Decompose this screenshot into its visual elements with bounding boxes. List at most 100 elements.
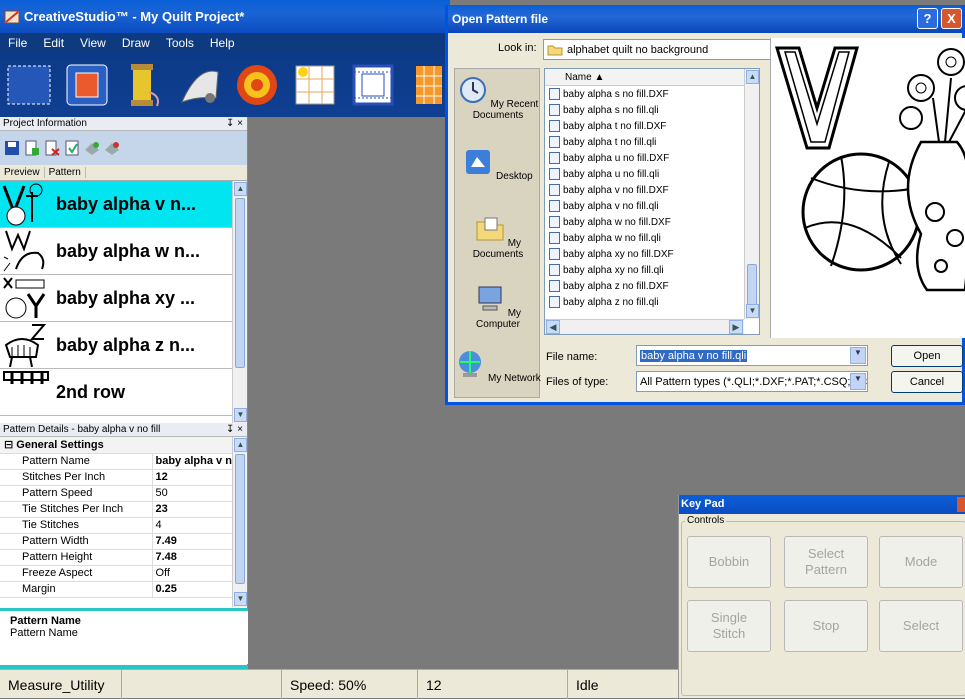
add-layer-icon[interactable] xyxy=(84,140,100,156)
select-pattern-button[interactable]: Select Pattern xyxy=(784,536,868,588)
chevron-down-icon[interactable]: ▼ xyxy=(850,347,866,364)
thread-spool-icon[interactable] xyxy=(122,60,164,110)
file-row[interactable]: baby alpha s no fill.DXF xyxy=(545,86,759,102)
mode-button[interactable]: Mode xyxy=(879,536,963,588)
pattern-row[interactable]: baby alpha w n... xyxy=(0,228,247,275)
save-icon[interactable] xyxy=(4,140,20,156)
file-row[interactable]: baby alpha s no fill.qli xyxy=(545,102,759,118)
fill-rect-icon[interactable] xyxy=(64,60,110,110)
file-row[interactable]: baby alpha w no fill.qli xyxy=(545,230,759,246)
file-row[interactable]: baby alpha xy no fill.qli xyxy=(545,262,759,278)
open-button[interactable]: Open xyxy=(891,345,963,367)
file-row[interactable]: baby alpha z no fill.qli xyxy=(545,294,759,310)
cancel-button[interactable]: Cancel xyxy=(891,371,963,393)
scroll-up-icon[interactable]: ▲ xyxy=(234,182,247,196)
file-type-select[interactable]: All Pattern types (*.QLI;*.DXF;*.PAT;*.C… xyxy=(636,371,868,392)
menu-edit[interactable]: Edit xyxy=(35,36,72,50)
bobbin-button[interactable]: Bobbin xyxy=(687,536,771,588)
select-rect-icon[interactable] xyxy=(6,60,52,110)
property-value[interactable]: 12 xyxy=(151,469,232,486)
close-button[interactable]: X xyxy=(941,8,962,29)
scroll-down-icon[interactable]: ▼ xyxy=(746,304,759,318)
pattern-list-scrollbar[interactable]: ▲ ▼ xyxy=(232,181,247,423)
panel-pin-close[interactable]: ↧ × xyxy=(226,424,243,435)
check-pattern-icon[interactable] xyxy=(64,140,80,156)
place-documents[interactable]: My Documents xyxy=(455,214,541,260)
scroll-thumb[interactable] xyxy=(235,198,245,368)
details-panel-caption: Pattern Details - baby alpha v no fill ↧… xyxy=(0,423,247,437)
pattern-row[interactable]: baby alpha v n... xyxy=(0,181,247,228)
column-name-header[interactable]: Name ▲ xyxy=(545,69,759,86)
file-row[interactable]: baby alpha v no fill.DXF xyxy=(545,182,759,198)
file-list-hscrollbar[interactable]: ◀ ▶ xyxy=(545,319,744,334)
property-value[interactable]: 0.25 xyxy=(151,581,232,598)
select-button[interactable]: Select xyxy=(879,600,963,652)
file-list-scrollbar[interactable]: ▲ ▼ xyxy=(744,69,759,319)
places-bar: My Recent Documents Desktop My Documents… xyxy=(454,68,541,398)
file-row[interactable]: baby alpha v no fill.qli xyxy=(545,198,759,214)
single-stitch-button[interactable]: Single Stitch xyxy=(687,600,771,652)
look-in-combo[interactable]: alphabet quilt no background ▼ xyxy=(543,39,795,60)
menu-file[interactable]: File xyxy=(0,36,35,50)
menu-tools[interactable]: Tools xyxy=(158,36,202,50)
panel-pin-close[interactable]: ↧ × xyxy=(226,118,243,129)
scroll-down-icon[interactable]: ▼ xyxy=(234,408,247,422)
property-value[interactable]: 50 xyxy=(151,485,232,502)
property-value[interactable]: 7.48 xyxy=(151,549,232,566)
stop-button[interactable]: Stop xyxy=(784,600,868,652)
file-row[interactable]: baby alpha z no fill.DXF xyxy=(545,278,759,294)
scroll-down-icon[interactable]: ▼ xyxy=(234,592,247,606)
menu-help[interactable]: Help xyxy=(202,36,243,50)
place-desktop[interactable]: Desktop xyxy=(455,147,541,182)
property-value[interactable]: Off xyxy=(151,565,232,582)
pattern-thumbnail xyxy=(0,369,52,415)
scroll-thumb[interactable] xyxy=(747,264,757,306)
file-icon xyxy=(549,296,560,308)
pattern-row[interactable]: 2nd row xyxy=(0,369,247,416)
property-value[interactable]: 7.49 xyxy=(151,533,232,550)
status-utility: Measure_Utility xyxy=(0,670,122,699)
dialog-title: Open Pattern file xyxy=(452,12,549,26)
property-row: Freeze Aspect Off xyxy=(0,565,232,582)
place-computer[interactable]: My Computer xyxy=(455,284,541,330)
column-preview[interactable]: Preview xyxy=(0,167,45,178)
scroll-up-icon[interactable]: ▲ xyxy=(746,70,759,84)
file-row[interactable]: baby alpha w no fill.DXF xyxy=(545,214,759,230)
grid-icon[interactable] xyxy=(292,60,338,110)
file-row[interactable]: baby alpha u no fill.DXF xyxy=(545,150,759,166)
file-row[interactable]: baby alpha u no fill.qli xyxy=(545,166,759,182)
property-grid-scrollbar[interactable]: ▲ ▼ xyxy=(232,437,247,607)
file-icon xyxy=(549,88,560,100)
scroll-pattern-icon[interactable] xyxy=(176,60,222,110)
scroll-right-icon[interactable]: ▶ xyxy=(729,320,743,334)
pattern-row[interactable]: baby alpha xy ... xyxy=(0,275,247,322)
scroll-up-icon[interactable]: ▲ xyxy=(234,438,247,452)
property-row: Margin 0.25 xyxy=(0,581,232,598)
block-grid-icon[interactable] xyxy=(408,60,450,110)
scroll-thumb[interactable] xyxy=(235,454,245,584)
file-row[interactable]: baby alpha xy no fill.DXF xyxy=(545,246,759,262)
border-grid-icon[interactable] xyxy=(350,60,396,110)
place-recent[interactable]: My Recent Documents xyxy=(455,75,541,121)
add-pattern-icon[interactable] xyxy=(24,140,40,156)
column-pattern[interactable]: Pattern xyxy=(45,167,86,178)
scroll-left-icon[interactable]: ◀ xyxy=(546,320,560,334)
property-value[interactable]: 23 xyxy=(151,501,232,518)
property-value[interactable]: 4 xyxy=(151,517,232,534)
file-row[interactable]: baby alpha t no fill.qli xyxy=(545,134,759,150)
place-network[interactable]: My Network xyxy=(455,349,541,384)
close-button[interactable] xyxy=(957,497,965,512)
property-label: Margin xyxy=(0,581,152,598)
pattern-row[interactable]: baby alpha z n... xyxy=(0,322,247,369)
file-row[interactable]: baby alpha t no fill.DXF xyxy=(545,118,759,134)
menu-draw[interactable]: Draw xyxy=(114,36,158,50)
chevron-down-icon[interactable]: ▼ xyxy=(850,373,866,390)
menu-view[interactable]: View xyxy=(72,36,114,50)
file-name-input[interactable]: baby alpha v no fill.qli ▼ xyxy=(636,345,868,366)
app-title-bar: CreativeStudio™ - My Quilt Project* xyxy=(0,0,450,33)
help-button[interactable]: ? xyxy=(917,8,938,29)
remove-pattern-icon[interactable] xyxy=(44,140,60,156)
target-icon[interactable] xyxy=(234,60,280,110)
remove-layer-icon[interactable] xyxy=(104,140,120,156)
property-value[interactable]: baby alpha v n xyxy=(151,453,232,470)
